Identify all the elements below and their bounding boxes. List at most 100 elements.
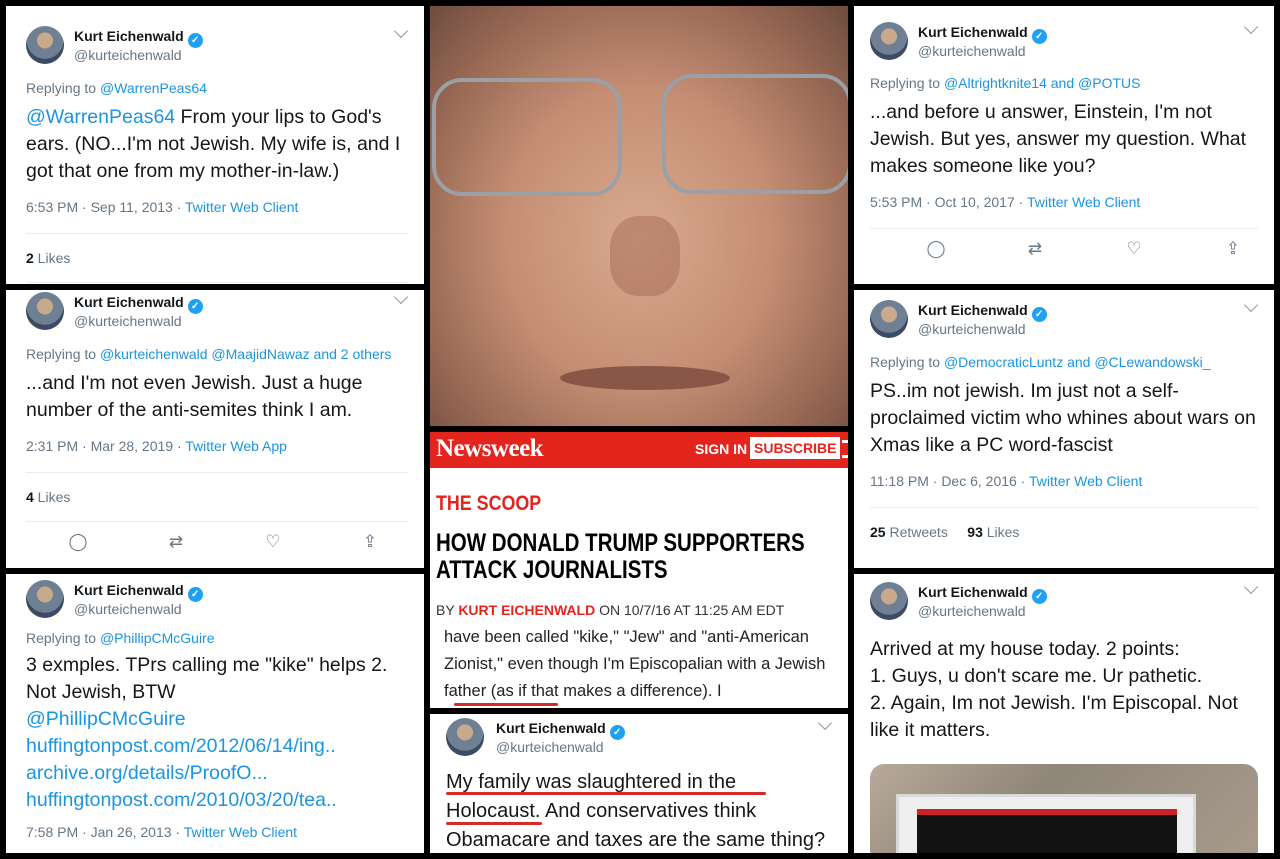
reply-context: Replying to @DemocraticLuntz and @CLewan… xyxy=(870,354,1211,370)
chevron-down-icon[interactable] xyxy=(393,23,409,39)
avatar[interactable] xyxy=(446,718,484,756)
verified-badge-icon: ✓ xyxy=(1031,307,1047,322)
tweet-timestamp: 2:31 PM · Mar 28, 2019 · Twitter Web App xyxy=(26,438,287,454)
tweet-stats: 25 Retweets 93 Likes xyxy=(870,508,1258,556)
article-headline: HOW DONALD TRUMP SUPPORTERS ATTACK JOURN… xyxy=(436,529,805,584)
client-link[interactable]: Twitter Web Client xyxy=(1029,473,1142,489)
author-name[interactable]: Kurt Eichenwald ✓ xyxy=(496,720,625,740)
tweet-timestamp: 7:58 PM · Jan 26, 2013 · Twitter Web Cli… xyxy=(26,824,298,840)
retweet-icon[interactable]: ⇄ xyxy=(1025,239,1045,259)
author-name[interactable]: Kurt Eichenwald ✓ xyxy=(74,294,203,314)
chevron-down-icon[interactable] xyxy=(1243,297,1259,313)
retweet-icon[interactable]: ⇄ xyxy=(166,532,186,552)
url-link[interactable]: archive.org/details/ProofO... xyxy=(26,760,408,787)
tweet-actions: ◯ ⇄ ♡ ⇪ xyxy=(870,229,1258,269)
avatar[interactable] xyxy=(870,582,908,620)
tweet-text: Arrived at my house today. 2 points: 1. … xyxy=(870,638,1238,741)
eyeglasses-left xyxy=(432,78,622,196)
tweet-timestamp: 5:53 PM · Oct 10, 2017 · Twitter Web Cli… xyxy=(870,194,1141,210)
author-handle[interactable]: @kurteichenwald xyxy=(918,603,1026,619)
chevron-down-icon[interactable] xyxy=(1243,19,1259,35)
newsweek-header: Newsweek SIGN IN SUBSCRIBE xyxy=(430,432,848,468)
section-label[interactable]: THE SCOOP xyxy=(436,492,541,516)
author-handle[interactable]: @kurteichenwald xyxy=(74,313,182,329)
like-icon[interactable]: ♡ xyxy=(1124,239,1144,259)
reply-context: Replying to @WarrenPeas64 xyxy=(26,80,208,96)
author-handle[interactable]: @kurteichenwald xyxy=(918,43,1026,59)
highlight-underline xyxy=(454,703,558,706)
reply-to-link[interactable]: @DemocraticLuntz and @CLewandowski_ xyxy=(944,354,1211,370)
reply-to-link[interactable]: @kurteichenwald @MaajidNawaz and 2 other… xyxy=(100,346,391,362)
reply-to-link[interactable]: @PhillipCMcGuire xyxy=(100,630,215,646)
share-icon[interactable]: ⇪ xyxy=(360,532,380,552)
reply-context: Replying to @kurteichenwald @MaajidNawaz… xyxy=(26,346,392,362)
avatar[interactable] xyxy=(870,22,908,60)
chevron-down-icon[interactable] xyxy=(393,290,409,305)
author-link[interactable]: KURT EICHENWALD xyxy=(458,602,595,618)
mention-link[interactable]: @PhillipCMcGuire xyxy=(26,706,408,733)
tweet-text: 3 exmples. TPrs calling me "kike" helps … xyxy=(26,652,408,814)
client-link[interactable]: Twitter Web App xyxy=(185,438,287,454)
author-handle[interactable]: @kurteichenwald xyxy=(74,601,182,617)
reply-to-link[interactable]: @WarrenPeas64 xyxy=(100,80,207,96)
chevron-down-icon[interactable] xyxy=(1243,579,1259,595)
tweet-card-6: Kurt Eichenwald ✓ @kurteichenwald Arrived… xyxy=(854,574,1274,853)
author-name[interactable]: Kurt Eichenwald ✓ xyxy=(918,302,1047,322)
tweet-text: @WarrenPeas64 From your lips to God's ea… xyxy=(26,106,401,182)
verified-badge-icon: ✓ xyxy=(1031,29,1047,44)
verified-badge-icon: ✓ xyxy=(609,725,625,740)
sign-in-link[interactable]: SIGN IN xyxy=(695,441,747,457)
tweet-stats[interactable]: 4 Likes xyxy=(26,473,408,521)
url-link[interactable]: huffingtonpost.com/2012/06/14/ing.. xyxy=(26,733,408,760)
author-handle[interactable]: @kurteichenwald xyxy=(496,739,604,755)
share-icon[interactable]: ⇪ xyxy=(1223,239,1243,259)
likes-count[interactable]: 93 Likes xyxy=(967,524,1019,540)
avatar[interactable] xyxy=(26,292,64,330)
divider xyxy=(26,282,408,283)
avatar[interactable] xyxy=(26,580,64,618)
newsweek-article: Newsweek SIGN IN SUBSCRIBE THE SCOOP HOW… xyxy=(430,432,848,708)
tweet-text: ...and before u answer, Einstein, I'm no… xyxy=(870,101,1247,177)
mention-link[interactable]: @WarrenPeas64 xyxy=(26,106,175,128)
like-icon[interactable]: ♡ xyxy=(263,532,283,552)
portrait-photo xyxy=(430,6,848,426)
newsweek-logo[interactable]: Newsweek xyxy=(436,435,544,463)
tweet-card-1: Kurt Eichenwald ✓ @kurteichenwald Replyin… xyxy=(6,6,424,284)
tweet-text: My family was slaughtered in the Holocau… xyxy=(446,771,826,851)
retweets-count[interactable]: 25 Retweets xyxy=(870,524,948,540)
url-link[interactable]: huffingtonpost.com/2010/03/20/tea.. xyxy=(26,787,408,814)
author-name[interactable]: Kurt Eichenwald ✓ xyxy=(918,584,1047,604)
author-handle[interactable]: @kurteichenwald xyxy=(74,47,182,63)
article-excerpt: have been called "kike," "Jew" and "anti… xyxy=(444,628,826,700)
reply-to-link[interactable]: @Altrightknite14 and @POTUS xyxy=(944,75,1141,91)
author-name[interactable]: Kurt Eichenwald ✓ xyxy=(918,24,1047,44)
verified-badge-icon: ✓ xyxy=(187,299,203,314)
chevron-down-icon[interactable] xyxy=(817,715,833,731)
tweet-card-3: Kurt Eichenwald ✓ @kurteichenwald Replyin… xyxy=(6,574,424,853)
verified-badge-icon: ✓ xyxy=(187,33,203,48)
reply-icon[interactable]: ◯ xyxy=(926,239,946,259)
verified-badge-icon: ✓ xyxy=(187,587,203,602)
verified-badge-icon: ✓ xyxy=(1031,589,1047,604)
subscribe-button[interactable]: SUBSCRIBE xyxy=(750,437,841,459)
tweet-timestamp: 11:18 PM · Dec 6, 2016 · Twitter Web Cli… xyxy=(870,473,1143,489)
avatar[interactable] xyxy=(26,26,64,64)
reply-icon[interactable]: ◯ xyxy=(68,532,88,552)
tweet-timestamp: 6:53 PM · Sep 11, 2013 · Twitter Web Cli… xyxy=(26,199,299,215)
author-name[interactable]: Kurt Eichenwald ✓ xyxy=(74,582,203,602)
nose-shadow xyxy=(610,216,680,296)
tweet-text: ...and I'm not even Jewish. Just a huge … xyxy=(26,372,363,421)
reply-context: Replying to @Altrightknite14 and @POTUS xyxy=(870,75,1141,91)
attached-photo[interactable] xyxy=(870,764,1258,853)
author-handle[interactable]: @kurteichenwald xyxy=(918,321,1026,337)
client-link[interactable]: Twitter Web Client xyxy=(1027,194,1140,210)
client-link[interactable]: Twitter Web Client xyxy=(185,199,298,215)
menu-icon[interactable] xyxy=(842,440,848,458)
client-link[interactable]: Twitter Web Client xyxy=(184,824,297,840)
author-name[interactable]: Kurt Eichenwald ✓ xyxy=(74,28,203,48)
tweet-stats[interactable]: 2 Likes xyxy=(26,234,408,282)
tweet-card-7: Kurt Eichenwald ✓ @kurteichenwald My fami… xyxy=(430,714,848,853)
reply-context: Replying to @PhillipCMcGuire xyxy=(26,630,215,646)
tweet-actions: ◯ ⇄ ♡ ⇪ xyxy=(26,522,408,562)
avatar[interactable] xyxy=(870,300,908,338)
